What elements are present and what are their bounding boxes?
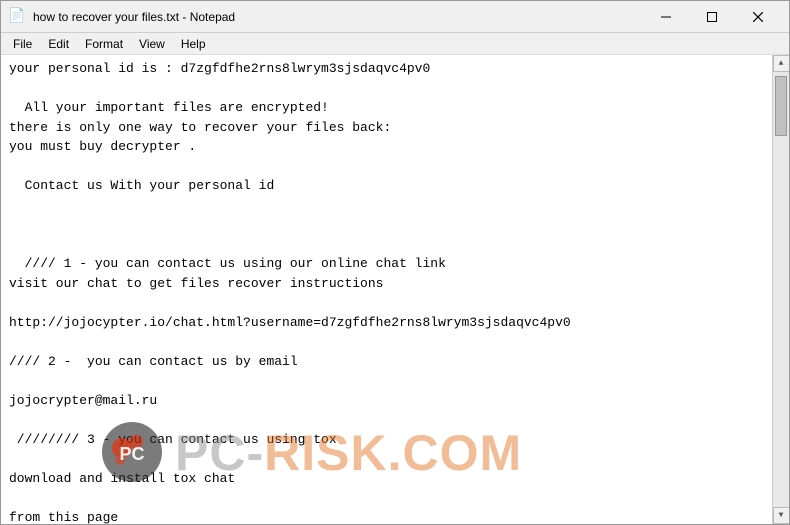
menu-format[interactable]: Format [77, 35, 131, 53]
maximize-button[interactable] [689, 2, 735, 32]
title-bar: 📄 how to recover your files.txt - Notepa… [1, 1, 789, 33]
menu-edit[interactable]: Edit [40, 35, 77, 53]
content-area: your personal id is : d7zgfdfhe2rns8lwry… [1, 55, 789, 524]
menu-bar: File Edit Format View Help [1, 33, 789, 55]
scroll-up-arrow[interactable]: ▲ [773, 55, 790, 72]
scrollbar[interactable]: ▲ ▼ [772, 55, 789, 524]
window-controls [643, 2, 781, 32]
notepad-window: 📄 how to recover your files.txt - Notepa… [0, 0, 790, 525]
text-editor[interactable]: your personal id is : d7zgfdfhe2rns8lwry… [1, 55, 772, 524]
menu-view[interactable]: View [131, 35, 173, 53]
window-title: how to recover your files.txt - Notepad [33, 10, 235, 24]
menu-help[interactable]: Help [173, 35, 214, 53]
notepad-icon: 📄 [9, 9, 25, 25]
scrollbar-thumb[interactable] [775, 76, 787, 136]
scrollbar-track[interactable] [773, 72, 789, 507]
close-button[interactable] [735, 2, 781, 32]
menu-file[interactable]: File [5, 35, 40, 53]
minimize-button[interactable] [643, 2, 689, 32]
title-bar-left: 📄 how to recover your files.txt - Notepa… [9, 9, 235, 25]
scroll-down-arrow[interactable]: ▼ [773, 507, 790, 524]
